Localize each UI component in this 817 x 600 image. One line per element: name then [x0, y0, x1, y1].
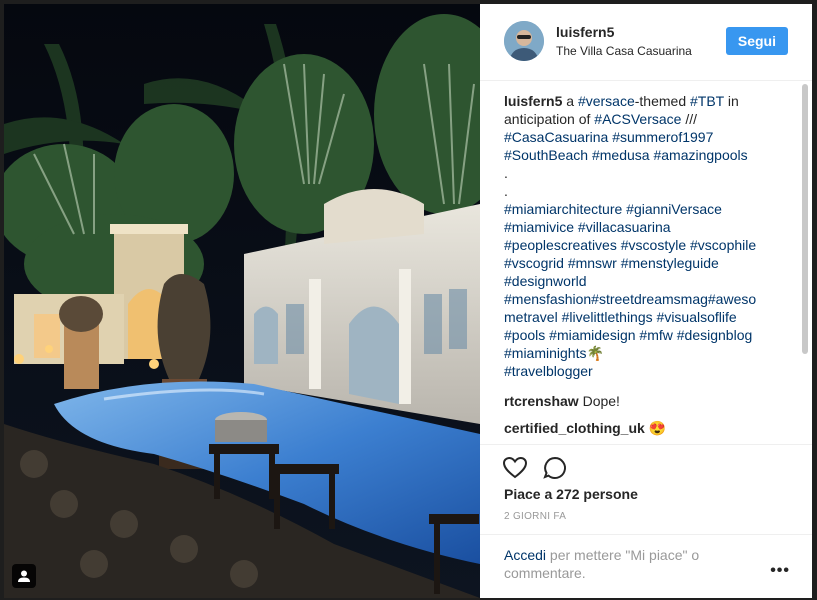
likes-count[interactable]: Piace a 272 persone	[504, 486, 638, 502]
avatar[interactable]	[504, 21, 544, 61]
post-location[interactable]: The Villa Casa Casuarina	[556, 44, 692, 58]
hashtag-link[interactable]: #villacasuarina	[578, 219, 671, 235]
comment-items: rtcrenshaw Dope! certified_clothing_uk 😍c…	[504, 392, 794, 444]
login-prompt: Accedi per mettere "Mi piace" o commenta…	[504, 546, 744, 582]
hashtag-link[interactable]: #TBT	[690, 93, 724, 109]
hashtag-link[interactable]: #miamivice	[504, 219, 574, 235]
hashtag-link[interactable]: #vscogrid	[504, 255, 564, 271]
hashtag-link[interactable]: #CasaCasuarina	[504, 129, 608, 145]
hashtag-link[interactable]: #miamiarchitecture	[504, 201, 622, 217]
action-bar	[480, 444, 812, 479]
hashtag-link[interactable]: #pools	[504, 327, 545, 343]
hashtag-link[interactable]: #mensfashion	[504, 291, 591, 307]
comment-item: certified_clothing_uk 😍	[504, 419, 794, 437]
hashtag-link[interactable]: #miamidesign	[549, 327, 635, 343]
post-header: luisfern5 The Villa Casa Casuarina Segui	[480, 4, 812, 81]
hashtag-link[interactable]: #livelittlethings	[562, 309, 653, 325]
comments-list[interactable]: luisfern5 a #versace-themed #TBT in anti…	[504, 92, 794, 444]
hashtag-link[interactable]: #versace	[578, 93, 635, 109]
caption-segment: . .	[504, 165, 508, 199]
caption-segment: ///	[685, 111, 698, 127]
caption-segment: -themed	[634, 93, 690, 109]
more-options-icon[interactable]: •••	[770, 562, 790, 580]
hashtag-link[interactable]: #peoplescreatives	[504, 237, 617, 253]
hashtag-link[interactable]: #ACSVersace	[594, 111, 681, 127]
follow-button[interactable]: Segui	[725, 27, 788, 55]
hashtag-link[interactable]: #miaminights	[504, 345, 586, 361]
comment-area-divider	[480, 534, 812, 535]
hashtag-link[interactable]: #designworld	[504, 273, 587, 289]
comment-text: Dope!	[578, 393, 620, 409]
comment-text: 😍	[644, 420, 667, 436]
hashtag-link[interactable]: #travelblogger	[504, 363, 593, 379]
comment-username[interactable]: rtcrenshaw	[504, 393, 579, 409]
hashtag-link[interactable]: #designblog	[677, 327, 753, 343]
hashtag-link[interactable]: #mnswr	[568, 255, 617, 271]
caption-segment: 🌴	[586, 345, 604, 361]
hashtag-link[interactable]: #visualsoflife	[657, 309, 737, 325]
hashtag-link[interactable]: #vscophile	[690, 237, 756, 253]
post-modal: luisfern5 The Villa Casa Casuarina Segui…	[0, 0, 817, 600]
login-link[interactable]: Accedi	[504, 547, 546, 563]
user-tag-icon[interactable]	[12, 564, 36, 588]
comment-username[interactable]: certified_clothing_uk	[504, 420, 645, 436]
hashtag-link[interactable]: #gianniVersace	[626, 201, 722, 217]
post-photo[interactable]	[4, 4, 480, 598]
post-sidebar: luisfern5 The Villa Casa Casuarina Segui…	[480, 4, 812, 598]
hashtag-link[interactable]: #amazingpools	[653, 147, 747, 163]
comment-bubble-icon[interactable]	[542, 455, 568, 481]
hashtag-link[interactable]: #SouthBeach	[504, 147, 588, 163]
post-timestamp[interactable]: 2 GIORNI FA	[504, 511, 566, 522]
post-username[interactable]: luisfern5	[556, 24, 614, 40]
villa-pool-photo	[4, 4, 480, 598]
caption: luisfern5 a #versace-themed #TBT in anti…	[504, 92, 794, 380]
hashtag-link[interactable]: #menstyleguide	[621, 255, 719, 271]
caption-text: a #versace-themed #TBT in anticipation o…	[504, 93, 756, 379]
heart-icon[interactable]	[502, 455, 528, 481]
hashtag-link[interactable]: #streetdreamsmag	[591, 291, 708, 307]
comment-item: rtcrenshaw Dope!	[504, 392, 794, 410]
caption-username[interactable]: luisfern5	[504, 93, 562, 109]
hashtag-link[interactable]: #medusa	[592, 147, 650, 163]
hashtag-link[interactable]: #vscostyle	[621, 237, 686, 253]
scrollbar[interactable]	[802, 84, 808, 354]
caption-segment: a	[566, 93, 578, 109]
hashtag-link[interactable]: #summerof1997	[612, 129, 713, 145]
hashtag-link[interactable]: #mfw	[639, 327, 672, 343]
